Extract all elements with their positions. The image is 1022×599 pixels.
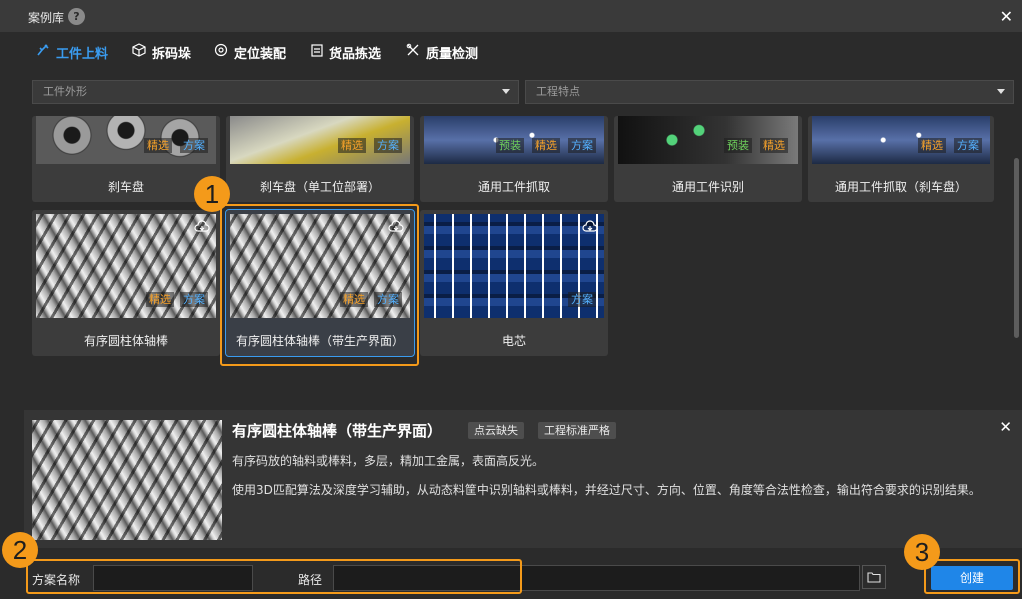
tab-depalletizing[interactable]: 拆码垛 <box>132 42 191 62</box>
tab-workpiece-loading[interactable]: 工件上料 <box>36 42 108 62</box>
case-grid: 精选 方案 刹车盘 精选 方案 刹车盘（单工位部署） 预装 精选 方案 通用工件… <box>24 116 1014 406</box>
callout-box-3 <box>924 559 1020 594</box>
card-label: 刹车盘（单工位部署） <box>259 180 380 194</box>
browse-folder-button[interactable] <box>862 565 886 589</box>
detail-summary: 有序码放的轴料或棒料，多层，精加工金属，表面高反光。 <box>232 454 545 468</box>
tab-label: 货品拣选 <box>329 46 382 62</box>
detail-thumbnail <box>32 420 222 540</box>
engineering-feature-dropdown[interactable]: 工程特点 <box>525 80 1014 104</box>
tools-icon <box>406 43 420 61</box>
solution-badge: 方案 <box>954 138 982 153</box>
tab-label: 定位装配 <box>234 46 287 62</box>
case-card-brake-disc[interactable]: 精选 方案 刹车盘 <box>32 116 220 202</box>
case-detail-panel: 有序圆柱体轴棒（带生产界面） 点云缺失 工程标准严格 ✕ 有序码放的轴料或棒料，… <box>24 410 1022 548</box>
preinstalled-badge: 预装 <box>496 138 524 153</box>
workpiece-loading-icon <box>36 43 50 61</box>
help-icon[interactable]: ? <box>68 8 85 25</box>
cloud-download-icon[interactable] <box>194 220 210 234</box>
case-card-general-picking[interactable]: 预装 精选 方案 通用工件抓取 <box>420 116 608 202</box>
workpiece-shape-dropdown[interactable]: 工件外形 <box>32 80 519 104</box>
featured-badge: 精选 <box>918 138 946 153</box>
gear-icon <box>214 43 228 61</box>
card-label: 有序圆柱体轴棒 <box>83 334 168 348</box>
clipboard-icon <box>311 43 323 61</box>
dropdown-placeholder: 工件外形 <box>43 85 87 98</box>
dropdown-placeholder: 工程特点 <box>536 85 580 98</box>
featured-badge: 精选 <box>532 138 560 153</box>
tab-quality-inspection[interactable]: 质量检测 <box>406 42 478 62</box>
case-card-general-recognition[interactable]: 预装 精选 通用工件识别 <box>614 116 802 202</box>
callout-number-1: 1 <box>194 176 230 212</box>
card-label: 通用工件识别 <box>671 180 744 194</box>
tab-goods-picking[interactable]: 货品拣选 <box>311 42 381 62</box>
callout-number-2: 2 <box>2 532 38 568</box>
solution-badge: 方案 <box>374 138 402 153</box>
tag-point-cloud-missing: 点云缺失 <box>468 422 524 439</box>
chevron-down-icon <box>997 89 1005 94</box>
preinstalled-badge: 预装 <box>724 138 752 153</box>
callout-box-1 <box>220 204 419 366</box>
featured-badge: 精选 <box>146 292 174 307</box>
tab-positioning-assembly[interactable]: 定位装配 <box>214 42 286 62</box>
detail-description: 使用3D匹配算法及深度学习辅助，从动态料筐中识别轴料或棒料，并经过尺寸、方向、位… <box>232 483 981 497</box>
card-label: 电芯 <box>501 334 526 348</box>
chevron-down-icon <box>502 89 510 94</box>
featured-badge: 精选 <box>760 138 788 153</box>
tab-label: 拆码垛 <box>152 46 192 62</box>
case-card-battery-cell[interactable]: 方案 电芯 <box>420 210 608 356</box>
case-card-brake-disc-single[interactable]: 精选 方案 刹车盘（单工位部署） <box>226 116 414 202</box>
tab-label: 工件上料 <box>56 46 109 62</box>
tag-strict-standard: 工程标准严格 <box>538 422 616 439</box>
grid-scrollbar[interactable] <box>1014 158 1019 338</box>
close-icon[interactable]: ✕ <box>1000 7 1013 26</box>
card-label: 刹车盘 <box>107 180 144 194</box>
callout-number-3: 3 <box>904 534 940 570</box>
solution-badge: 方案 <box>180 292 208 307</box>
title-bar: 案例库 ? ✕ <box>0 0 1022 32</box>
featured-badge: 精选 <box>338 138 366 153</box>
cloud-download-icon[interactable] <box>582 220 598 234</box>
solution-badge: 方案 <box>180 138 208 153</box>
callout-box-2 <box>26 559 522 594</box>
solution-badge: 方案 <box>568 138 596 153</box>
box-icon <box>132 43 146 61</box>
tab-label: 质量检测 <box>426 46 479 62</box>
case-card-general-picking-brake[interactable]: 精选 方案 通用工件抓取（刹车盘） <box>808 116 994 202</box>
close-icon[interactable]: ✕ <box>999 418 1012 436</box>
card-label: 通用工件抓取 <box>477 180 550 194</box>
featured-badge: 精选 <box>144 138 172 153</box>
detail-title: 有序圆柱体轴棒（带生产界面） <box>232 422 443 440</box>
case-card-cylinder-bars[interactable]: 精选 方案 有序圆柱体轴棒 <box>32 210 220 356</box>
folder-icon <box>867 572 881 583</box>
card-label: 通用工件抓取（刹车盘） <box>834 180 967 194</box>
solution-badge: 方案 <box>568 292 596 307</box>
window-title: 案例库 <box>28 11 65 25</box>
